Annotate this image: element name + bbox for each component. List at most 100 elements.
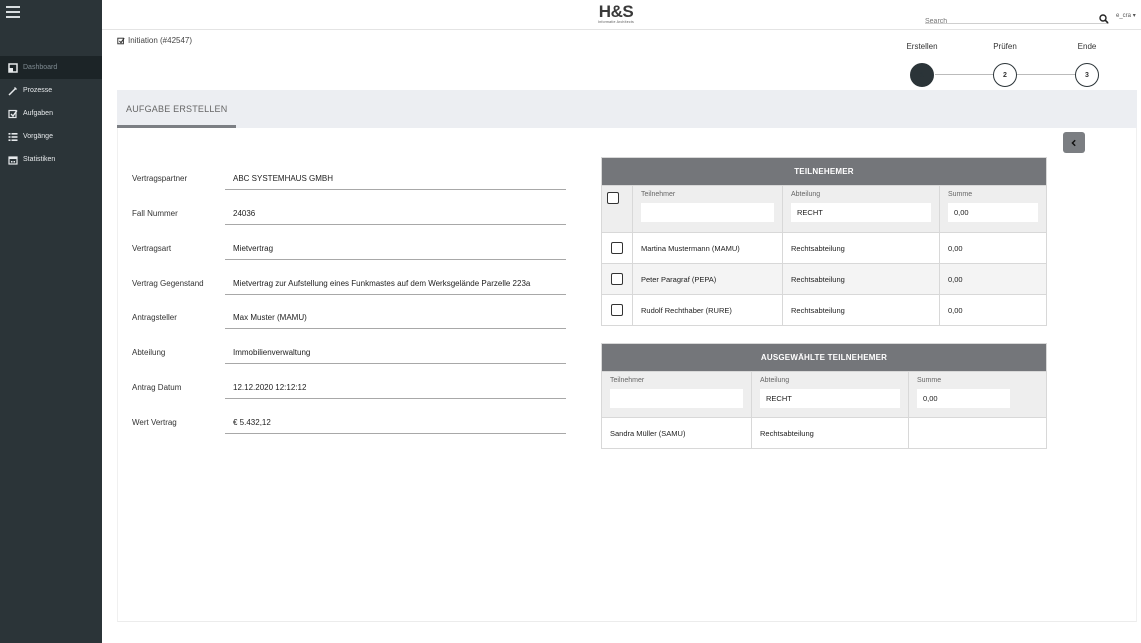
calendar-icon [8, 155, 18, 165]
cell-name: Sandra Müller (SAMU) [610, 428, 686, 438]
user-menu[interactable]: e_cra ▾ [1116, 12, 1136, 19]
row-checkbox[interactable] [611, 273, 623, 285]
chevron-down-icon: ▾ [1132, 13, 1136, 19]
field-value-abteilung[interactable]: Immobilienverwaltung [225, 342, 566, 364]
table-row[interactable]: Rudolf Rechthaber (RURE) Rechtsabteilung… [602, 294, 1046, 325]
tab-aufgabe-erstellen[interactable]: AUFGABE ERSTELLEN [117, 90, 236, 128]
select-all-cell [602, 186, 632, 232]
field-value-antrag-datum[interactable]: 12.12.2020 12:12:12 [225, 377, 566, 399]
selected-participants-table: AUSGEWÄHLTE TEILNEHEMER Teilnehmer Abtei… [601, 343, 1047, 449]
table-row[interactable]: Peter Paragraf (PEPA) Rechtsabteilung 0,… [602, 263, 1046, 294]
breadcrumb-label: Initiation (#42547) [128, 36, 193, 45]
checkbox-icon [8, 109, 18, 119]
step-label-ende: Ende [1077, 42, 1097, 51]
row-checkbox[interactable] [611, 304, 623, 316]
filter-cell-abteilung: Abteilung [751, 372, 908, 417]
selected-table-title: AUSGEWÄHLTE TEILNEHEMER [602, 344, 1046, 371]
app-root: Dashboard Prozesse Aufgaben Vorgänge Sta… [0, 0, 1141, 643]
sidebar-item-prozesse[interactable]: Prozesse [0, 79, 102, 102]
sidebar-nav: Dashboard Prozesse Aufgaben Vorgänge Sta… [0, 56, 102, 171]
select-all-checkbox[interactable] [607, 192, 619, 204]
collapse-button[interactable] [1063, 132, 1085, 153]
filter-cell-summe: Summe [939, 186, 1046, 232]
breadcrumb: Initiation (#42547) [117, 36, 192, 45]
step-label-pruefen: Prüfen [993, 42, 1017, 51]
filter-cell-teilnehmer: Teilnehmer [632, 186, 782, 232]
field-value-vertragsart[interactable]: Mietvertrag [225, 238, 566, 260]
field-label: Antragsteller [132, 313, 177, 322]
sidebar-item-label: Vorgänge [23, 133, 53, 140]
field-label: Vertrag Gegenstand [132, 279, 204, 288]
form-row-vertragspartner: Vertragspartner ABC SYSTEMHAUS GMBH [132, 168, 566, 192]
step-label-erstellen: Erstellen [906, 42, 938, 51]
column-header: Abteilung [760, 377, 790, 384]
column-header: Abteilung [791, 191, 821, 198]
row-checkbox-cell [602, 295, 632, 325]
sidebar: Dashboard Prozesse Aufgaben Vorgänge Sta… [0, 0, 102, 643]
field-label: Fall Nummer [132, 209, 178, 218]
column-header: Summe [948, 191, 973, 198]
cell-name: Peter Paragraf (PEPA) [632, 264, 782, 294]
cell-name: Martina Mustermann (MAMU) [632, 233, 782, 263]
cell-dept: Rechtsabteilung [782, 233, 939, 263]
field-value-fall-nummer[interactable]: 24036 [225, 203, 566, 225]
participants-table-title: TEILNEHEMER [602, 158, 1046, 185]
sidebar-item-vorgaenge[interactable]: Vorgänge [0, 125, 102, 148]
search-input[interactable] [925, 15, 1085, 28]
logo-subtitle: Informatie Architects [598, 20, 634, 24]
hamburger-menu-icon[interactable] [6, 6, 20, 18]
step-3[interactable]: 3 [1075, 63, 1099, 87]
selected-filter-row: Teilnehmer Abteilung Summe [602, 371, 1046, 417]
chevron-left-icon [1071, 139, 1076, 146]
filter-cell-teilnehmer: Teilnehmer [602, 372, 751, 417]
field-value-vertrag-gegenstand[interactable]: Mietvertrag zur Aufstellung eines Funkma… [225, 273, 566, 295]
sidebar-item-label: Dashboard [23, 64, 58, 71]
search-icon[interactable] [1099, 11, 1109, 24]
row-checkbox[interactable] [611, 242, 623, 254]
wand-icon [8, 86, 18, 96]
dashboard-icon [8, 62, 18, 73]
form-row-fall-nummer: Fall Nummer 24036 [132, 203, 566, 227]
checkbox-icon [117, 37, 125, 45]
table-row[interactable]: Sandra Müller (SAMU) Rechtsabteilung [602, 417, 1046, 448]
sidebar-item-label: Statistiken [23, 156, 56, 163]
cell-sum [908, 418, 1046, 448]
form-row-antragsteller: Antragsteller Max Muster (MAMU) [132, 307, 566, 331]
step-2[interactable]: 2 [993, 63, 1017, 87]
participants-filter-row: Teilnehmer Abteilung Summe [602, 185, 1046, 232]
field-value-vertragspartner[interactable]: ABC SYSTEMHAUS GMBH [225, 168, 566, 190]
sidebar-item-dashboard[interactable]: Dashboard [0, 56, 102, 79]
cell-dept: Rechtsabteilung [782, 295, 939, 325]
filter-input-summe[interactable] [948, 203, 1038, 222]
cell-dept: Rechtsabteilung [751, 418, 908, 448]
cell-dept: Rechtsabteilung [782, 264, 939, 294]
table-row[interactable]: Martina Mustermann (MAMU) Rechtsabteilun… [602, 232, 1046, 263]
field-value-wert-vertrag[interactable]: € 5.432,12 [225, 412, 566, 434]
field-value-antragsteller[interactable]: Max Muster (MAMU) [225, 307, 566, 329]
filter-input-abteilung[interactable] [791, 203, 931, 222]
logo: H&S Informatie Architects [592, 3, 640, 24]
filter-input-abteilung[interactable] [760, 389, 900, 408]
field-label: Antrag Datum [132, 383, 182, 392]
step-1[interactable]: 1 [910, 63, 934, 87]
list-icon [8, 132, 18, 142]
column-header: Teilnehmer [610, 377, 645, 384]
sidebar-item-statistiken[interactable]: Statistiken [0, 148, 102, 171]
cell-sum: 0,00 [939, 264, 1046, 294]
field-label: Vertragsart [132, 244, 172, 253]
sidebar-item-aufgaben[interactable]: Aufgaben [0, 102, 102, 125]
field-label: Wert Vertrag [132, 418, 177, 427]
participants-table: TEILNEHEMER Teilnehmer Abteilung Summe M… [601, 157, 1047, 326]
filter-cell-summe: Summe [908, 372, 1046, 417]
field-label: Vertragspartner [132, 174, 188, 183]
filter-input-teilnehmer[interactable] [641, 203, 774, 222]
form-row-vertragsart: Vertragsart Mietvertrag [132, 238, 566, 262]
tab-bar: AUFGABE ERSTELLEN [117, 90, 1137, 128]
user-name: e_cra [1116, 13, 1132, 19]
form-row-abteilung: Abteilung Immobilienverwaltung [132, 342, 566, 366]
row-checkbox-cell [602, 233, 632, 263]
column-header: Teilnehmer [641, 191, 676, 198]
cell-sum: 0,00 [939, 295, 1046, 325]
filter-input-teilnehmer[interactable] [610, 389, 743, 408]
filter-input-summe[interactable] [917, 389, 1010, 408]
